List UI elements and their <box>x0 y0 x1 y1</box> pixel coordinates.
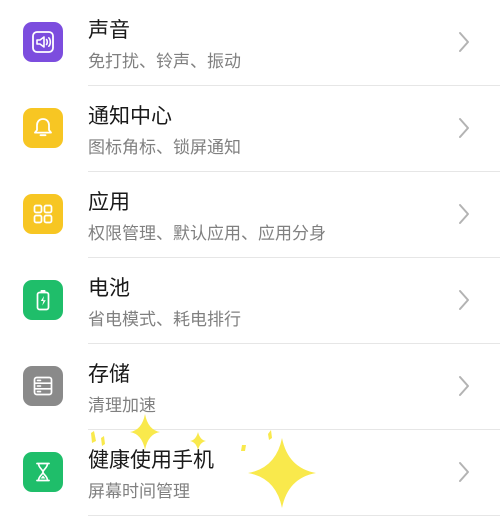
apps-grid-icon <box>23 194 63 234</box>
hourglass-icon <box>23 452 63 492</box>
settings-item-storage[interactable]: 存储 清理加速 <box>0 344 500 430</box>
settings-item-title: 健康使用手机 <box>88 448 214 472</box>
chevron-right-icon <box>459 204 469 224</box>
settings-item-subtitle: 清理加速 <box>88 396 156 416</box>
chevron-right-icon <box>459 118 469 138</box>
settings-item-battery[interactable]: 电池 省电模式、耗电排行 <box>0 258 500 344</box>
settings-item-apps[interactable]: 应用 权限管理、默认应用、应用分身 <box>0 172 500 258</box>
settings-item-sound[interactable]: 声音 免打扰、铃声、振动 <box>0 0 500 86</box>
battery-icon <box>23 280 63 320</box>
settings-item-subtitle: 权限管理、默认应用、应用分身 <box>88 224 326 244</box>
settings-item-title: 电池 <box>88 276 130 300</box>
divider <box>88 515 500 516</box>
settings-item-subtitle: 图标角标、锁屏通知 <box>88 138 241 158</box>
bell-icon <box>23 108 63 148</box>
storage-icon <box>23 366 63 406</box>
settings-item-subtitle: 免打扰、铃声、振动 <box>88 52 241 72</box>
settings-item-subtitle: 屏幕时间管理 <box>88 482 190 502</box>
chevron-right-icon <box>459 462 469 482</box>
settings-item-title: 存储 <box>88 362 130 386</box>
settings-item-digital-balance[interactable]: 健康使用手机 屏幕时间管理 <box>0 430 500 516</box>
settings-item-title: 声音 <box>88 18 130 42</box>
chevron-right-icon <box>459 32 469 52</box>
settings-item-title: 通知中心 <box>88 104 172 128</box>
settings-item-notification-center[interactable]: 通知中心 图标角标、锁屏通知 <box>0 86 500 172</box>
settings-list: 声音 免打扰、铃声、振动 通知中心 图标角标、锁屏通知 应用 权限管理、默认应用… <box>0 0 500 516</box>
settings-item-title: 应用 <box>88 190 130 214</box>
chevron-right-icon <box>459 376 469 396</box>
settings-item-subtitle: 省电模式、耗电排行 <box>88 310 241 330</box>
chevron-right-icon <box>459 290 469 310</box>
sound-icon <box>23 22 63 62</box>
